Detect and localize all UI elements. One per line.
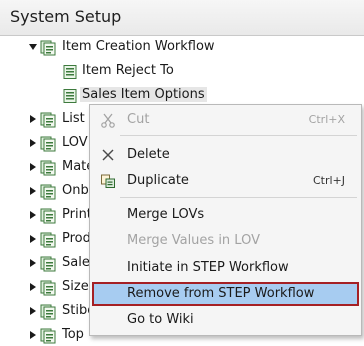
menu-item-label: Initiate in STEP Workflow [127, 260, 289, 275]
expand-arrow-icon[interactable] [28, 306, 38, 316]
menu-item-label: Cut [127, 112, 150, 127]
collapse-arrow-icon[interactable] [28, 42, 38, 52]
menu-item-label: Merge Values in LOV [127, 233, 260, 248]
tree-node-item-creation-workflow[interactable]: Item Creation Workflow [28, 38, 228, 58]
document-icon [62, 88, 78, 104]
expand-arrow-icon[interactable] [28, 234, 38, 244]
panel-title: System Setup [10, 7, 122, 26]
tree-node-label: Top [62, 327, 84, 342]
folder-icon [40, 112, 56, 128]
tree-node-label: Prod [62, 231, 91, 246]
expand-arrow-icon[interactable] [28, 282, 38, 292]
menu-item-label: Delete [127, 147, 170, 162]
expand-arrow-icon[interactable] [28, 210, 38, 220]
tree-node-item-reject-to[interactable]: Item Reject To [62, 62, 262, 82]
menu-item-cut[interactable]: Cut Ctrl+X [92, 108, 359, 132]
expand-arrow-icon[interactable] [28, 258, 38, 268]
panel-header: System Setup [0, 0, 364, 36]
document-icon [62, 64, 78, 80]
menu-item-go-to-wiki[interactable]: Go to Wiki [92, 308, 359, 332]
folder-icon [40, 328, 56, 344]
tree-node-label: Onb [62, 183, 89, 198]
menu-item-duplicate[interactable]: Duplicate Ctrl+J [92, 169, 359, 193]
menu-item-label: Duplicate [127, 173, 189, 188]
folder-icon [40, 232, 56, 248]
folder-icon [40, 280, 56, 296]
tree-node-label: Sale [62, 255, 90, 270]
tree-node-sales-item-options[interactable]: Sales Item Options [62, 86, 262, 106]
menu-item-remove-from-step-workflow[interactable]: Remove from STEP Workflow [92, 282, 359, 306]
tree-node-label: Item Creation Workflow [62, 39, 215, 54]
folder-icon [40, 256, 56, 272]
menu-item-label: Go to Wiki [127, 312, 194, 327]
menu-item-initiate-in-step-workflow[interactable]: Initiate in STEP Workflow [92, 256, 359, 280]
expand-arrow-icon[interactable] [28, 186, 38, 196]
tree-node-label: Sales Item Options [80, 87, 207, 102]
menu-item-merge-lovs[interactable]: Merge LOVs [92, 203, 359, 227]
tree-node-label: Item Reject To [82, 63, 174, 78]
menu-separator [120, 197, 357, 198]
tree-node-label: LOV [62, 135, 88, 150]
tree-node-label: List [62, 111, 85, 126]
delete-x-icon [100, 147, 116, 163]
expand-arrow-icon[interactable] [28, 114, 38, 124]
folder-icon [40, 40, 56, 56]
menu-item-merge-values-in-lov[interactable]: Merge Values in LOV [92, 229, 359, 253]
folder-icon [40, 160, 56, 176]
menu-item-delete[interactable]: Delete [92, 143, 359, 167]
shortcut-label: Ctrl+J [312, 174, 345, 187]
tree-node-label: Print [62, 207, 92, 222]
folder-icon [40, 184, 56, 200]
expand-arrow-icon[interactable] [28, 330, 38, 340]
menu-item-label: Remove from STEP Workflow [127, 286, 315, 301]
folder-icon [40, 136, 56, 152]
expand-arrow-icon[interactable] [28, 138, 38, 148]
folder-icon [40, 208, 56, 224]
context-menu: Cut Ctrl+X Delete Duplicate Ctrl+J Merge… [89, 104, 362, 336]
tree-node-label: Size [62, 279, 89, 294]
menu-separator [120, 135, 357, 136]
folder-icon [40, 304, 56, 320]
expand-arrow-icon[interactable] [28, 162, 38, 172]
scissors-icon [100, 112, 116, 128]
duplicate-icon [100, 173, 116, 189]
shortcut-label: Ctrl+X [308, 113, 345, 126]
menu-item-label: Merge LOVs [127, 207, 205, 222]
